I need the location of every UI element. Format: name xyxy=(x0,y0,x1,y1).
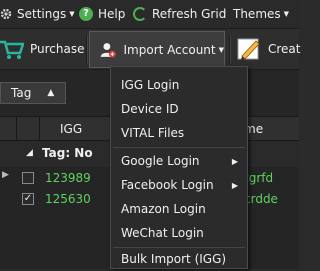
menu-item-wechat-login[interactable]: WeChat Login xyxy=(111,221,247,245)
chevron-down-icon: ▼ xyxy=(69,10,75,18)
toolbar-separator xyxy=(229,35,231,63)
menu-item-vital-files[interactable]: VITAL Files xyxy=(111,121,247,145)
purchase-label: Purchase xyxy=(30,42,85,56)
sort-up-icon: ▲ xyxy=(47,88,55,98)
menu-item-facebook-login[interactable]: Facebook Login ▶ xyxy=(111,173,247,197)
menu-item-label: Bulk Import (IGG) xyxy=(121,252,227,266)
gear-icon xyxy=(0,8,12,20)
refresh-grid-label: Refresh Grid xyxy=(152,7,227,21)
group-label: Tag: No xyxy=(42,146,93,160)
menu-item-bulk-import-igg[interactable]: Bulk Import (IGG) xyxy=(111,247,247,271)
import-account-label: Import Account xyxy=(123,42,216,57)
menu-item-igg-login[interactable]: IGG Login xyxy=(111,73,247,97)
column-divider xyxy=(39,117,40,140)
igg-cell: 123989 xyxy=(45,171,91,185)
menu-item-label: Google Login xyxy=(121,154,200,168)
refresh-icon xyxy=(133,7,147,21)
menu-item-label: VITAL Files xyxy=(121,126,185,140)
toolbar-separator xyxy=(86,35,88,63)
tag-sort-chip[interactable]: Tag ▲ xyxy=(0,82,66,104)
chevron-down-icon: ▼ xyxy=(283,10,290,18)
help-icon: ? xyxy=(79,7,93,21)
toolbar: Purchase Import Account ▼ Creat xyxy=(0,29,301,70)
pencil-paper-icon xyxy=(237,38,260,60)
menu-item-label: IGG Login xyxy=(121,78,180,92)
menu-item-google-login[interactable]: Google Login ▶ xyxy=(111,149,247,173)
menu-separator xyxy=(113,147,245,148)
settings-menu-label: Settings xyxy=(17,7,67,21)
user-add-icon xyxy=(100,42,116,58)
import-account-menu: IGG Login Device ID VITAL Files Google L… xyxy=(110,66,248,269)
cart-icon xyxy=(0,40,24,59)
create-label: Creat xyxy=(268,42,301,56)
themes-menu-label: Themes xyxy=(233,7,281,21)
refresh-grid-button[interactable]: Refresh Grid xyxy=(133,0,226,28)
row-checkbox[interactable]: ✓ xyxy=(22,193,34,205)
menu-item-label: Facebook Login xyxy=(121,178,214,192)
menu-item-amazon-login[interactable]: Amazon Login xyxy=(111,197,247,221)
help-menu[interactable]: ? Help xyxy=(79,0,125,28)
tag-chip-label: Tag xyxy=(11,86,32,100)
menu-item-label: Amazon Login xyxy=(121,202,206,216)
chevron-right-icon: ▶ xyxy=(231,180,238,190)
create-button[interactable]: Creat xyxy=(236,29,301,69)
menu-bar: Settings ▼ ? Help Refresh Grid Themes ▼ xyxy=(0,0,299,29)
igg-cell: 125630 xyxy=(45,192,91,206)
row-checkbox[interactable] xyxy=(22,172,34,184)
help-menu-label: Help xyxy=(98,7,126,21)
chevron-down-icon: ▼ xyxy=(218,45,224,54)
column-divider xyxy=(16,117,17,140)
collapse-icon[interactable]: ◢ xyxy=(26,148,33,158)
name-cell: tgrfd xyxy=(244,171,274,185)
settings-menu[interactable]: Settings ▼ xyxy=(0,0,75,28)
column-header-label: IGG xyxy=(60,121,83,136)
name-cell: crdde xyxy=(244,192,278,206)
row-indicator-icon: ▶ xyxy=(2,170,9,180)
themes-menu[interactable]: Themes ▼ xyxy=(233,0,289,28)
menu-item-label: WeChat Login xyxy=(121,226,204,240)
menu-item-device-id[interactable]: Device ID xyxy=(111,97,247,121)
chevron-right-icon: ▶ xyxy=(231,156,238,166)
import-account-button[interactable]: Import Account ▼ xyxy=(89,31,225,68)
menu-item-label: Device ID xyxy=(121,102,179,116)
purchase-button[interactable]: Purchase xyxy=(0,29,85,69)
column-header-igg[interactable]: IGG xyxy=(60,117,82,140)
